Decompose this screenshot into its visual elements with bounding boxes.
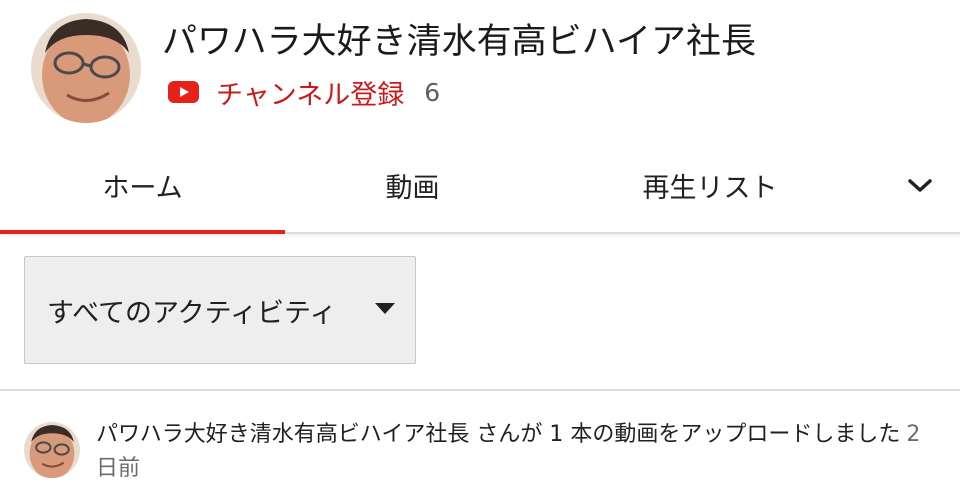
active-tab-indicator	[0, 230, 285, 234]
activity-avatar[interactable]	[24, 422, 80, 478]
activity-filter-label: すべてのアクティビティ	[47, 298, 337, 329]
chevron-down-icon	[908, 179, 932, 192]
tab-playlists-label: 再生リスト	[642, 172, 778, 204]
channel-header: パワハラ大好き清水有高ビハイア社長 チャンネル登録 6	[0, 0, 960, 140]
activity-description: パワハラ大好き清水有高ビハイア社長 さんが 1 本の動画をアップロードしました 2…	[96, 418, 936, 486]
section-divider	[0, 389, 960, 391]
subscribe-label: チャンネル登録	[216, 79, 405, 111]
youtube-logo-icon	[168, 81, 199, 103]
channel-page: パワハラ大好き清水有高ビハイア社長 チャンネル登録 6 ホーム 動画 再生リスト…	[0, 0, 960, 501]
subscriber-count: 6	[424, 77, 441, 107]
tab-videos[interactable]: 動画	[285, 140, 540, 230]
activity-filter-dropdown[interactable]: すべてのアクティビティ	[24, 256, 416, 364]
dropdown-arrow-icon	[375, 303, 395, 314]
channel-title: パワハラ大好き清水有高ビハイア社長	[162, 22, 756, 62]
tab-playlists[interactable]: 再生リスト	[540, 140, 880, 230]
tab-home-label: ホーム	[102, 172, 183, 204]
channel-avatar[interactable]	[31, 13, 141, 123]
subscribe-button[interactable]: チャンネル登録 6	[168, 74, 441, 111]
channel-tab-bar: ホーム 動画 再生リスト	[0, 140, 960, 234]
activity-item[interactable]: パワハラ大好き清水有高ビハイア社長 さんが 1 本の動画をアップロードしました 2…	[0, 400, 960, 501]
activity-message: パワハラ大好き清水有高ビハイア社長 さんが 1 本の動画をアップロードしました	[96, 422, 901, 447]
more-tabs-button[interactable]	[890, 162, 950, 210]
tab-home[interactable]: ホーム	[0, 140, 285, 230]
tab-videos-label: 動画	[385, 172, 440, 204]
